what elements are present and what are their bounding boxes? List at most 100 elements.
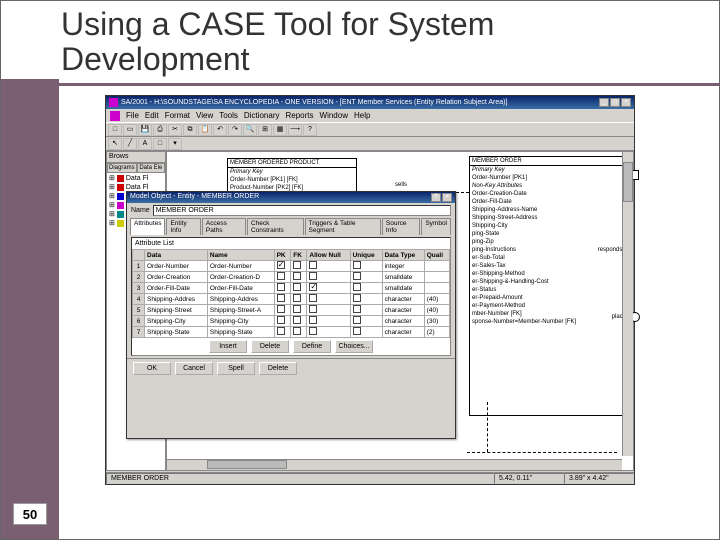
- app-icon: [109, 98, 118, 107]
- draw-font-icon[interactable]: A: [138, 138, 152, 150]
- dialog-tab[interactable]: Check Constraints: [247, 218, 304, 235]
- tool-copy-icon[interactable]: ⧉: [183, 124, 197, 136]
- entity-attr: mber-Number [FK]: [470, 310, 624, 318]
- grid-header[interactable]: Data Type: [382, 250, 424, 261]
- dialog-tabs: AttributesEntity InfoAccess PathsCheck C…: [127, 218, 455, 235]
- dialog-tab[interactable]: Source Info: [382, 218, 420, 235]
- browser-title: Brows: [107, 152, 165, 163]
- grid-button-row: Insert Delete Define Choices...: [132, 338, 450, 355]
- menu-help[interactable]: Help: [354, 111, 370, 120]
- dialog-cancel-button[interactable]: Cancel: [175, 362, 213, 375]
- grid-header[interactable]: Data: [145, 250, 208, 261]
- tree-item[interactable]: ⊞Data Fl: [108, 174, 164, 182]
- browser-tab-diagrams[interactable]: Diagrams: [107, 163, 137, 173]
- entity-attr: er-Sales-Tax: [470, 262, 624, 270]
- grid-header[interactable]: PK: [274, 250, 291, 261]
- app-titlebar: SA/2001 - H:\SOUNDSTAGE\SA ENCYCLOPEDIA …: [106, 96, 634, 109]
- entity-attr: er-Shipping-Method: [470, 270, 624, 278]
- grid-title: Attribute List: [132, 238, 450, 249]
- draw-pointer-icon[interactable]: ↖: [108, 138, 122, 150]
- grid-row[interactable]: 2Order-CreationOrder-Creation-Dsmalldate: [133, 272, 450, 283]
- draw-line-icon[interactable]: ╱: [123, 138, 137, 150]
- tool-link-icon[interactable]: ⟶: [288, 124, 302, 136]
- canvas-scroll-horizontal[interactable]: [167, 459, 622, 470]
- scroll-thumb[interactable]: [207, 460, 287, 469]
- menu-window[interactable]: Window: [320, 111, 348, 120]
- grid-choices-button[interactable]: Choices...: [335, 340, 373, 353]
- tool-print-icon[interactable]: ⎙: [153, 124, 167, 136]
- entity-attr: Shipping-Street-Address: [470, 214, 624, 222]
- grid-define-button[interactable]: Define: [293, 340, 331, 353]
- entity-attr: er-Prepaid-Amount: [470, 294, 624, 302]
- dialog-tab[interactable]: Attributes: [130, 218, 165, 235]
- menu-reports[interactable]: Reports: [286, 111, 314, 120]
- tool-diagram-icon[interactable]: ⊞: [258, 124, 272, 136]
- menubar: File Edit Format View Tools Dictionary R…: [106, 109, 634, 122]
- tool-paste-icon[interactable]: 📋: [198, 124, 212, 136]
- menu-edit[interactable]: Edit: [145, 111, 159, 120]
- grid-row[interactable]: 4Shipping-AddresShipping-Addrescharacter…: [133, 294, 450, 305]
- dialog-close-button[interactable]: ×: [442, 193, 452, 202]
- grid-header[interactable]: FK: [291, 250, 307, 261]
- tool-undo-icon[interactable]: ↶: [213, 124, 227, 136]
- minimize-button[interactable]: _: [599, 98, 609, 107]
- tool-open-icon[interactable]: ▭: [123, 124, 137, 136]
- grid-row[interactable]: 1Order-NumberOrder-Numberinteger: [133, 261, 450, 272]
- slide-left-rail: [1, 79, 59, 539]
- canvas-scroll-vertical[interactable]: [622, 152, 633, 456]
- name-input[interactable]: [153, 205, 451, 216]
- menu-view[interactable]: View: [196, 111, 213, 120]
- grid-delete-button[interactable]: Delete: [251, 340, 289, 353]
- menu-dictionary[interactable]: Dictionary: [244, 111, 280, 120]
- grid-row[interactable]: 7Shipping-StateShipping-Statecharacter(2…: [133, 327, 450, 338]
- name-label: Name: [131, 207, 150, 214]
- browser-tab-data[interactable]: Data Ele: [137, 163, 165, 173]
- tool-redo-icon[interactable]: ↷: [228, 124, 242, 136]
- tool-save-icon[interactable]: 💾: [138, 124, 152, 136]
- grid-row[interactable]: 6Shipping-CityShipping-Citycharacter(30): [133, 316, 450, 327]
- toolbar-draw: ↖ ╱ A □ ▾: [106, 137, 634, 151]
- pk-label: Primary Key: [470, 166, 624, 174]
- dialog-ok-button[interactable]: OK: [133, 362, 171, 375]
- dialog-tab[interactable]: Entity Info: [166, 218, 200, 235]
- toolbar-main: □ ▭ 💾 ⎙ ✂ ⧉ 📋 ↶ ↷ 🔍 ⊞ ▦ ⟶ ?: [106, 122, 634, 137]
- grid-header[interactable]: [133, 250, 145, 261]
- scroll-thumb[interactable]: [623, 162, 633, 202]
- relation-label-sells: sells: [395, 182, 407, 188]
- dialog-tab[interactable]: Triggers & Table Segment: [305, 218, 381, 235]
- draw-box-icon[interactable]: □: [153, 138, 167, 150]
- entity-attr: Order-Fill-Date: [470, 198, 624, 206]
- dialog-help-button[interactable]: ?: [431, 193, 441, 202]
- status-size: 3.89" x 4.42": [564, 473, 634, 484]
- maximize-button[interactable]: □: [610, 98, 620, 107]
- tool-cut-icon[interactable]: ✂: [168, 124, 182, 136]
- statusbar: MEMBER ORDER 5.42, 0.11" 3.89" x 4.42": [106, 472, 634, 484]
- status-object: MEMBER ORDER: [106, 473, 494, 484]
- entity-member-order[interactable]: MEMBER ORDER Primary Key Order-Number [P…: [469, 156, 625, 416]
- dialog-tab[interactable]: Access Paths: [202, 218, 246, 235]
- tool-help-icon[interactable]: ?: [303, 124, 317, 136]
- case-tool-window: SA/2001 - H:\SOUNDSTAGE\SA ENCYCLOPEDIA …: [105, 95, 635, 485]
- grid-header[interactable]: Quali: [424, 250, 449, 261]
- grid-insert-button[interactable]: Insert: [209, 340, 247, 353]
- grid-row[interactable]: 5Shipping-StreetShipping-Street-Acharact…: [133, 305, 450, 316]
- grid-header[interactable]: Unique: [350, 250, 382, 261]
- entity-attr: er-Shipping-&-Handling-Cost: [470, 278, 624, 286]
- tree-item[interactable]: ⊞Data Fl: [108, 183, 164, 191]
- tool-new-icon[interactable]: □: [108, 124, 122, 136]
- dialog-spell-button[interactable]: Spell: [217, 362, 255, 375]
- close-button[interactable]: ×: [621, 98, 631, 107]
- grid-header[interactable]: Name: [207, 250, 274, 261]
- menu-format[interactable]: Format: [165, 111, 190, 120]
- dialog-delete-button[interactable]: Delete: [259, 362, 297, 375]
- tool-zoom-icon[interactable]: 🔍: [243, 124, 257, 136]
- menu-tools[interactable]: Tools: [219, 111, 238, 120]
- grid-row[interactable]: 3Order-Fill-DateOrder-Fill-Datesmalldate: [133, 283, 450, 294]
- grid-header[interactable]: Allow Null: [307, 250, 350, 261]
- slide-number: 50: [13, 503, 47, 525]
- dialog-tab[interactable]: Symbol: [421, 218, 451, 235]
- tool-entity-icon[interactable]: ▦: [273, 124, 287, 136]
- attribute-grid[interactable]: DataNamePKFKAllow NullUniqueData TypeQua…: [132, 249, 450, 338]
- draw-more-icon[interactable]: ▾: [168, 138, 182, 150]
- menu-file[interactable]: File: [126, 111, 139, 120]
